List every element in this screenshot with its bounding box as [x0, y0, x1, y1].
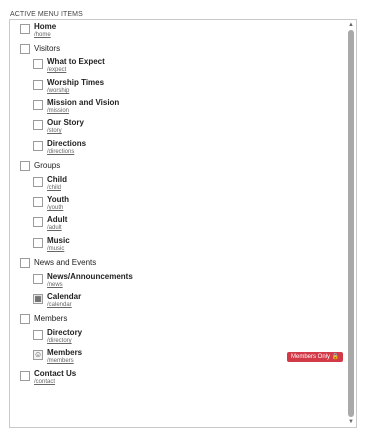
checkbox[interactable]: [33, 100, 43, 110]
menu-item-title: Youth: [47, 195, 70, 204]
menu-item-slug[interactable]: /members: [47, 358, 74, 364]
lock-icon: 🔒: [331, 354, 340, 360]
checkbox[interactable]: [33, 217, 43, 227]
menu-item-title: Adult: [47, 215, 68, 224]
menu-item-title: Calendar: [47, 292, 82, 301]
menu-item-title: Our Story: [47, 118, 84, 127]
scrollbar[interactable]: ▲ ▼: [347, 21, 355, 426]
checkbox[interactable]: [33, 274, 43, 284]
menu-item-slug[interactable]: /expect: [47, 67, 66, 73]
checkbox[interactable]: [20, 161, 30, 171]
menu-item-slug[interactable]: /music: [47, 246, 64, 252]
menu-item-slug[interactable]: /directions: [47, 149, 74, 155]
checkbox[interactable]: [20, 258, 30, 268]
menu-item-slug[interactable]: /directory: [47, 338, 72, 344]
menu-item-title: Home: [34, 22, 57, 31]
menu-item-slug[interactable]: /story: [47, 128, 62, 134]
members-only-badge: Members Only 🔒: [287, 352, 344, 362]
menu-item-slug[interactable]: /youth: [47, 205, 63, 211]
user-icon[interactable]: ☺: [33, 350, 43, 360]
menu-item-slug[interactable]: /contact: [34, 379, 55, 385]
checkbox[interactable]: [20, 314, 30, 324]
menu-item-title: News/Announcements: [47, 272, 133, 281]
menu-group-title: Groups: [34, 161, 61, 170]
menu-item-title: Child: [47, 175, 67, 184]
menu-item-title: Mission and Vision: [47, 98, 120, 107]
scroll-down-icon[interactable]: ▼: [347, 418, 355, 426]
menu-item-title: Music: [47, 236, 70, 245]
menu-item-title: Directory: [47, 328, 83, 337]
menu-item-slug[interactable]: /child: [47, 185, 61, 191]
menu-item-title: What to Expect: [47, 57, 105, 66]
checkbox[interactable]: [20, 24, 30, 34]
menu-group-title: Visitors: [34, 44, 61, 53]
menu-item-slug[interactable]: /worship: [47, 88, 69, 94]
checkbox[interactable]: [33, 177, 43, 187]
scrollbar-thumb[interactable]: [348, 30, 354, 417]
menu-item-title: Directions: [47, 139, 87, 148]
menu-item-title: Members: [47, 348, 83, 357]
menu-item-slug[interactable]: /calendar: [47, 302, 72, 308]
menu-item-slug[interactable]: /adult: [47, 225, 62, 231]
checkbox[interactable]: [20, 371, 30, 381]
menu-item-slug[interactable]: /home: [34, 32, 51, 38]
menu-group-title: News and Events: [34, 258, 97, 267]
section-heading: ACTIVE MENU ITEMS: [10, 11, 83, 18]
checkbox[interactable]: [33, 141, 43, 151]
checkbox[interactable]: [33, 80, 43, 90]
badge-label: Members Only: [291, 354, 331, 360]
menu-item-title: Contact Us: [34, 369, 77, 378]
checkbox[interactable]: [33, 238, 43, 248]
checkbox[interactable]: [33, 59, 43, 69]
menu-item-title: Worship Times: [47, 78, 105, 87]
menu-group-title: Members: [34, 314, 68, 323]
checkbox[interactable]: [33, 120, 43, 130]
checkbox[interactable]: [33, 330, 43, 340]
scroll-up-icon[interactable]: ▲: [347, 21, 355, 29]
checkbox[interactable]: [20, 44, 30, 54]
checkbox[interactable]: [33, 197, 43, 207]
calendar-icon[interactable]: ▦: [33, 294, 43, 304]
menu-item-slug[interactable]: /news: [47, 282, 63, 288]
menu-item-slug[interactable]: /mission: [47, 108, 69, 114]
